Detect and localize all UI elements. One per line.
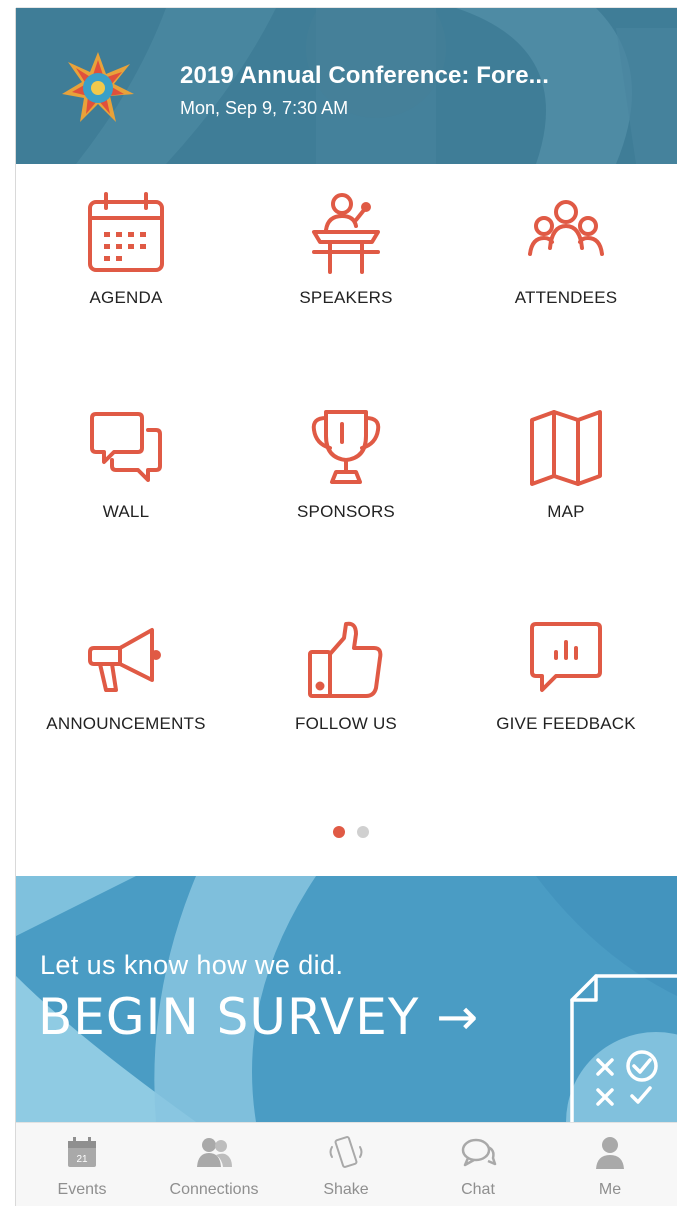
tab-label: Shake bbox=[323, 1181, 369, 1198]
calendar-21-icon: 21 bbox=[68, 1137, 96, 1167]
tab-shake[interactable]: Shake bbox=[280, 1123, 412, 1206]
feedback-chart-bubble-icon bbox=[530, 622, 602, 692]
feature-grid: AGENDA SPEAKERS ATTENDEES WALL SPONSORS … bbox=[16, 164, 677, 804]
begin-survey-button[interactable]: BEGIN SURVEY → bbox=[38, 988, 479, 1046]
tile-announcements[interactable]: ANNOUNCEMENTS bbox=[16, 590, 236, 790]
phone-shake-icon bbox=[329, 1136, 363, 1168]
tab-label: Me bbox=[598, 1181, 622, 1198]
survey-banner[interactable]: Let us know how we did. BEGIN SURVEY → bbox=[16, 876, 677, 1122]
tile-label: WALL bbox=[102, 502, 150, 521]
page-indicator bbox=[16, 822, 677, 842]
podium-speaker-icon bbox=[312, 193, 380, 274]
thumbs-up-icon bbox=[308, 621, 383, 698]
tile-label: AGENDA bbox=[89, 288, 163, 307]
conference-logo-icon bbox=[62, 52, 134, 122]
folded-map-icon bbox=[530, 410, 602, 486]
event-title: 2019 Annual Conference: Fore... bbox=[180, 62, 549, 89]
tile-label: ANNOUNCEMENTS bbox=[46, 714, 206, 733]
tile-follow-us[interactable]: FOLLOW US bbox=[236, 590, 456, 790]
tab-chat[interactable]: Chat bbox=[412, 1123, 544, 1206]
tab-label: Chat bbox=[461, 1181, 495, 1198]
tile-attendees[interactable]: ATTENDEES bbox=[456, 164, 676, 364]
bottom-tab-bar: 21 Events Connections Shake Chat Me bbox=[16, 1122, 677, 1206]
tab-connections[interactable]: Connections bbox=[148, 1123, 280, 1206]
megaphone-icon bbox=[88, 628, 161, 692]
survey-clipboard-icon bbox=[570, 974, 677, 1122]
people-group-icon bbox=[528, 200, 604, 256]
tile-label: FOLLOW US bbox=[295, 714, 397, 733]
app-screen: 2019 Annual Conference: Fore... Mon, Sep… bbox=[16, 8, 677, 1206]
person-icon bbox=[596, 1137, 624, 1169]
event-datetime: Mon, Sep 9, 7:30 AM bbox=[180, 98, 349, 118]
tile-give-feedback[interactable]: GIVE FEEDBACK bbox=[456, 590, 676, 790]
tile-agenda[interactable]: AGENDA bbox=[16, 164, 236, 364]
trophy-icon bbox=[311, 410, 381, 484]
tab-label: Connections bbox=[169, 1181, 259, 1198]
tab-label: Events bbox=[57, 1181, 107, 1198]
chat-icon bbox=[461, 1138, 497, 1167]
calendar-icon bbox=[88, 192, 164, 272]
tile-sponsors[interactable]: SPONSORS bbox=[236, 378, 456, 578]
banner-subtitle: Let us know how we did. bbox=[40, 950, 344, 980]
chat-bubbles-icon bbox=[90, 412, 162, 482]
tab-events[interactable]: 21 Events bbox=[16, 1123, 148, 1206]
tile-label: ATTENDEES bbox=[514, 288, 618, 307]
tile-label: SPONSORS bbox=[297, 502, 395, 521]
tile-wall[interactable]: WALL bbox=[16, 378, 236, 578]
tile-speakers[interactable]: SPEAKERS bbox=[236, 164, 456, 364]
tile-map[interactable]: MAP bbox=[456, 378, 676, 578]
tile-label: SPEAKERS bbox=[299, 288, 393, 307]
tab-me[interactable]: Me bbox=[544, 1123, 676, 1206]
tile-label: GIVE FEEDBACK bbox=[496, 714, 636, 733]
tile-label: MAP bbox=[547, 502, 585, 521]
page-dot-inactive[interactable] bbox=[357, 826, 369, 838]
connections-people-icon bbox=[197, 1138, 232, 1167]
page-dot-active[interactable] bbox=[333, 826, 345, 838]
event-header[interactable]: 2019 Annual Conference: Fore... Mon, Sep… bbox=[16, 8, 677, 164]
events-badge: 21 bbox=[76, 1154, 88, 1165]
